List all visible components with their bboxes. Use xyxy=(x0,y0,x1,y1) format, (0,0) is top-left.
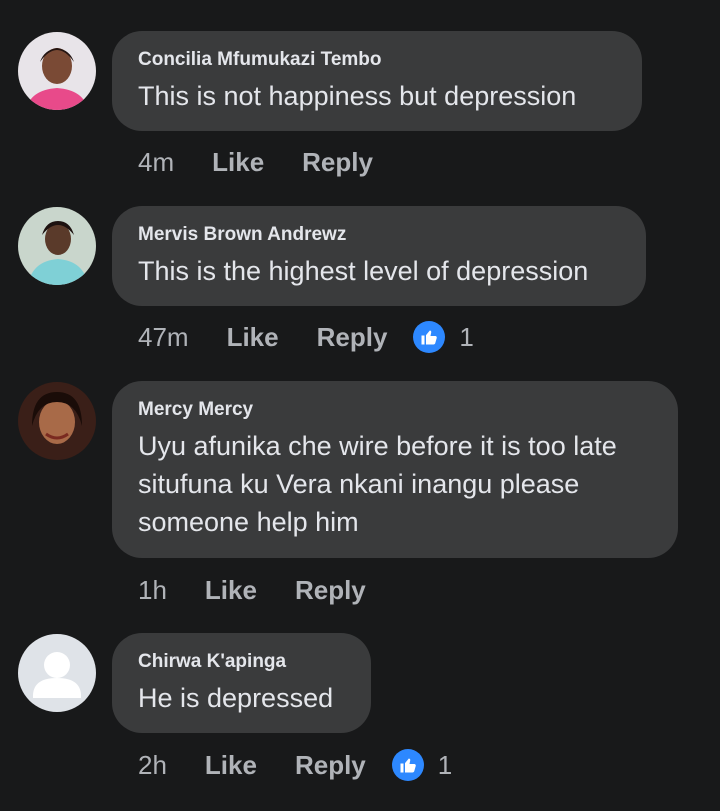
avatar[interactable] xyxy=(18,207,96,285)
reply-button[interactable]: Reply xyxy=(317,322,388,353)
like-button[interactable]: Like xyxy=(205,750,257,781)
reaction-count: 1 xyxy=(437,749,453,780)
comment-timestamp[interactable]: 47m xyxy=(138,322,189,353)
comment-bubble: Mervis Brown Andrewz This is the highest… xyxy=(112,206,646,306)
like-button[interactable]: Like xyxy=(212,147,264,178)
comment-text: Uyu afunika che wire before it is too la… xyxy=(138,431,617,537)
comment-author[interactable]: Chirwa K'apinga xyxy=(138,651,345,673)
profile-photo-icon xyxy=(18,382,96,460)
comment-text: This is the highest level of depression xyxy=(138,256,589,286)
reply-button[interactable]: Reply xyxy=(302,147,373,178)
reaction-count: 1 xyxy=(459,321,474,352)
comment-actions: 2h Like Reply 1 xyxy=(138,745,452,785)
thumbs-up-icon xyxy=(391,749,424,781)
comment-text: This is not happiness but depression xyxy=(138,81,577,111)
reaction-summary[interactable]: 1 xyxy=(413,321,474,353)
comment-timestamp[interactable]: 2h xyxy=(138,750,167,781)
profile-photo-icon xyxy=(18,32,96,110)
comment-timestamp[interactable]: 4m xyxy=(138,147,174,178)
comment-timestamp[interactable]: 1h xyxy=(138,575,167,606)
like-button[interactable]: Like xyxy=(205,575,257,606)
comment-bubble: Concilia Mfumukazi Tembo This is not hap… xyxy=(112,31,642,131)
reply-button[interactable]: Reply xyxy=(295,750,366,781)
avatar[interactable] xyxy=(18,382,96,460)
default-avatar-icon xyxy=(18,634,96,712)
comment-actions: 1h Like Reply xyxy=(138,570,366,610)
comment-author[interactable]: Mercy Mercy xyxy=(138,399,652,421)
comment-actions: 47m Like Reply 1 xyxy=(138,317,474,357)
comment-text: He is depressed xyxy=(138,683,334,713)
avatar[interactable] xyxy=(18,32,96,110)
comment-author[interactable]: Mervis Brown Andrewz xyxy=(138,224,620,246)
comment-author[interactable]: Concilia Mfumukazi Tembo xyxy=(138,49,616,71)
comment-bubble: Chirwa K'apinga He is depressed xyxy=(112,633,371,733)
comment-actions: 4m Like Reply xyxy=(138,142,373,182)
like-button[interactable]: Like xyxy=(227,322,279,353)
reaction-summary[interactable]: 1 xyxy=(391,749,453,781)
avatar[interactable] xyxy=(18,634,96,712)
thumbs-up-icon xyxy=(413,321,446,353)
reply-button[interactable]: Reply xyxy=(295,575,366,606)
comment-bubble: Mercy Mercy Uyu afunika che wire before … xyxy=(112,381,678,558)
profile-photo-icon xyxy=(18,207,96,285)
